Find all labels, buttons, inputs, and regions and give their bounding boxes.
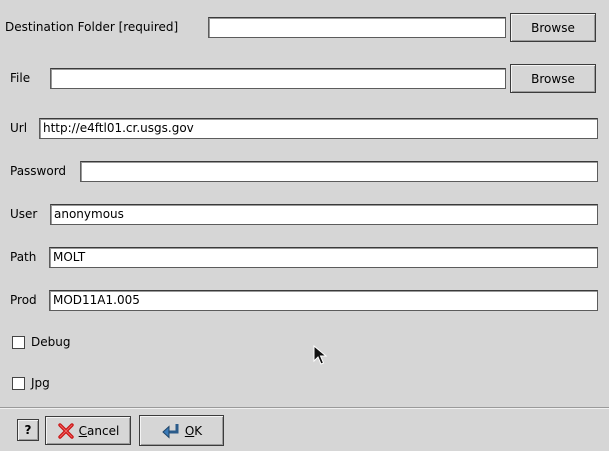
help-button[interactable]: ? bbox=[17, 419, 39, 441]
ok-label: OK bbox=[184, 423, 203, 438]
password-label: Password bbox=[10, 164, 67, 178]
url-input[interactable]: http://e4ftl01.cr.usgs.gov bbox=[39, 118, 598, 139]
cancel-button[interactable]: Cancel bbox=[45, 416, 131, 445]
path-label: Path bbox=[10, 250, 37, 264]
help-label: ? bbox=[24, 423, 32, 437]
jpg-checkbox[interactable] bbox=[12, 377, 25, 390]
browse-label: Browse bbox=[531, 20, 575, 35]
url-label: Url bbox=[10, 121, 28, 135]
user-label: User bbox=[10, 207, 38, 221]
user-input[interactable]: anonymous bbox=[50, 204, 598, 225]
ok-button[interactable]: OK bbox=[139, 415, 224, 446]
debug-checkbox[interactable] bbox=[12, 336, 25, 349]
browse-label: Browse bbox=[531, 71, 575, 86]
path-input[interactable]: MOLT bbox=[49, 247, 598, 268]
destination-label: Destination Folder [required] bbox=[5, 20, 179, 34]
password-input[interactable] bbox=[80, 161, 598, 182]
destination-input[interactable] bbox=[208, 17, 506, 38]
return-arrow-icon bbox=[162, 423, 179, 439]
file-browse-button[interactable]: Browse bbox=[510, 64, 596, 93]
debug-label: Debug bbox=[31, 335, 71, 349]
button-bar-separator bbox=[0, 407, 609, 409]
cancel-label: Cancel bbox=[78, 423, 120, 438]
mouse-pointer-icon bbox=[313, 345, 328, 365]
prod-label: Prod bbox=[10, 293, 37, 307]
destination-browse-button[interactable]: Browse bbox=[510, 13, 596, 42]
jpg-label: Jpg bbox=[31, 376, 50, 390]
file-label: File bbox=[10, 71, 31, 85]
file-input[interactable] bbox=[50, 68, 506, 89]
prod-input[interactable]: MOD11A1.005 bbox=[49, 290, 598, 311]
red-x-icon bbox=[57, 422, 74, 439]
